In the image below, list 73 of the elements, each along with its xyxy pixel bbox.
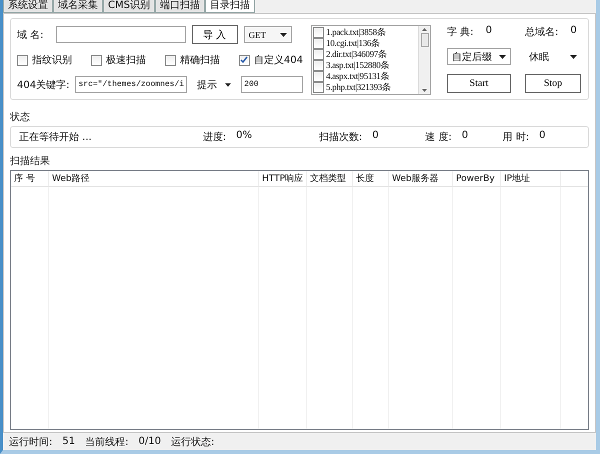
- status-code-field[interactable]: 200: [241, 76, 303, 93]
- group-title: 状态: [10, 110, 31, 124]
- dictionary-item[interactable]: 2.dir.txt|346097条: [326, 48, 387, 61]
- checkbox[interactable]: [17, 54, 28, 66]
- checkbox[interactable]: [164, 54, 176, 66]
- status-label: 扫描次数:: [318, 130, 362, 144]
- stop-button[interactable]: Stop: [525, 74, 581, 93]
- column-header[interactable]: HTTP响应: [259, 171, 307, 186]
- checkbox[interactable]: [313, 49, 324, 60]
- caret-icon: [570, 54, 577, 58]
- option-checkbox[interactable]: 极速扫描: [90, 53, 146, 67]
- sleep-select[interactable]: 休眠: [525, 48, 581, 65]
- caret-icon: [225, 82, 232, 86]
- dictionary-item[interactable]: 5.php.txt|321393条: [326, 81, 391, 94]
- caret-icon: [280, 32, 287, 36]
- status-label: 速 度:: [425, 130, 452, 144]
- status-message: 正在等待开始 ...: [19, 130, 92, 144]
- domain-field[interactable]: [56, 26, 186, 43]
- counter-label: 字 典:: [447, 26, 474, 39]
- dictionary-item[interactable]: 3.asp.txt|152880条: [326, 59, 390, 72]
- option-checkbox[interactable]: 指纹识别: [17, 53, 72, 67]
- column-header[interactable]: Web服务器: [389, 171, 453, 186]
- scrollbar[interactable]: [418, 26, 430, 94]
- checkbox[interactable]: [313, 38, 324, 49]
- checkbox[interactable]: [313, 71, 324, 82]
- column-header[interactable]: 文档类型: [307, 171, 353, 186]
- status-value: 0: [372, 130, 379, 143]
- status-value: 0: [539, 130, 546, 143]
- group-title: 扫描结果: [10, 154, 51, 168]
- checkbox[interactable]: [238, 54, 250, 66]
- scroll-down-icon[interactable]: [422, 89, 427, 92]
- option-checkbox[interactable]: 精确扫描: [164, 53, 220, 67]
- scroll-up-icon[interactable]: [422, 28, 427, 31]
- checkbox[interactable]: [313, 82, 324, 93]
- import-button[interactable]: 导 入: [192, 25, 238, 44]
- domain-label: 域 名:: [17, 28, 44, 42]
- counter-value: 0: [486, 25, 492, 38]
- checkbox[interactable]: [313, 27, 324, 38]
- method-select[interactable]: GET: [244, 26, 292, 43]
- start-button[interactable]: Start: [447, 74, 511, 93]
- column-header[interactable]: PowerBy: [453, 171, 501, 186]
- caret-icon: [499, 54, 506, 58]
- counter-label: 总域名:: [525, 26, 558, 39]
- counter-value: 0: [570, 25, 577, 38]
- tab[interactable]: 目录扫描: [204, 0, 255, 13]
- suffix-select[interactable]: 自定后缀: [447, 48, 511, 65]
- option-checkbox[interactable]: 自定义404: [238, 53, 303, 67]
- scroll-thumb[interactable]: [420, 33, 428, 47]
- status-label: 进度:: [202, 130, 226, 144]
- checkbox[interactable]: [90, 54, 102, 66]
- status-bar-value: 51: [62, 436, 76, 447]
- status-label: 用 时:: [502, 130, 530, 144]
- column-header[interactable]: IP地址: [501, 171, 561, 186]
- dictionary-item[interactable]: 1.pack.txt|3858条: [326, 26, 386, 39]
- checkbox[interactable]: [313, 60, 324, 71]
- tab[interactable]: CMS识别: [103, 0, 155, 13]
- status-bar-label: 运行状态:: [170, 436, 214, 448]
- keyword-label: 404关键字:: [17, 78, 70, 92]
- status-value: 0%: [236, 130, 252, 143]
- status-bar-label: 运行时间:: [9, 436, 52, 448]
- tab[interactable]: 端口扫描: [154, 0, 205, 13]
- column-header[interactable]: 长度: [353, 171, 389, 186]
- keyword-field[interactable]: src="/themes/zoomnes/i: [75, 76, 188, 93]
- column-header[interactable]: Web路径: [49, 171, 259, 186]
- status-value: 0: [462, 130, 468, 143]
- status-bar-label: 当前线程:: [85, 436, 128, 448]
- dictionary-item[interactable]: 4.aspx.txt|95131条: [326, 70, 390, 83]
- dictionary-item[interactable]: 10.cgi.txt|136条: [326, 37, 380, 50]
- dictionary-list[interactable]: 1.pack.txt|3858条 10.cgi.txt|136条 2.dir.txt|346097条 3.asp.txt|152880条 4.aspx.txt|95131条 5.php.txt|321393条: [311, 25, 431, 95]
- tab[interactable]: 域名采集: [53, 0, 103, 13]
- status-bar-value: 0/10: [138, 436, 161, 447]
- hint-select[interactable]: 提示: [193, 78, 236, 92]
- column-header[interactable]: 序 号: [11, 171, 49, 186]
